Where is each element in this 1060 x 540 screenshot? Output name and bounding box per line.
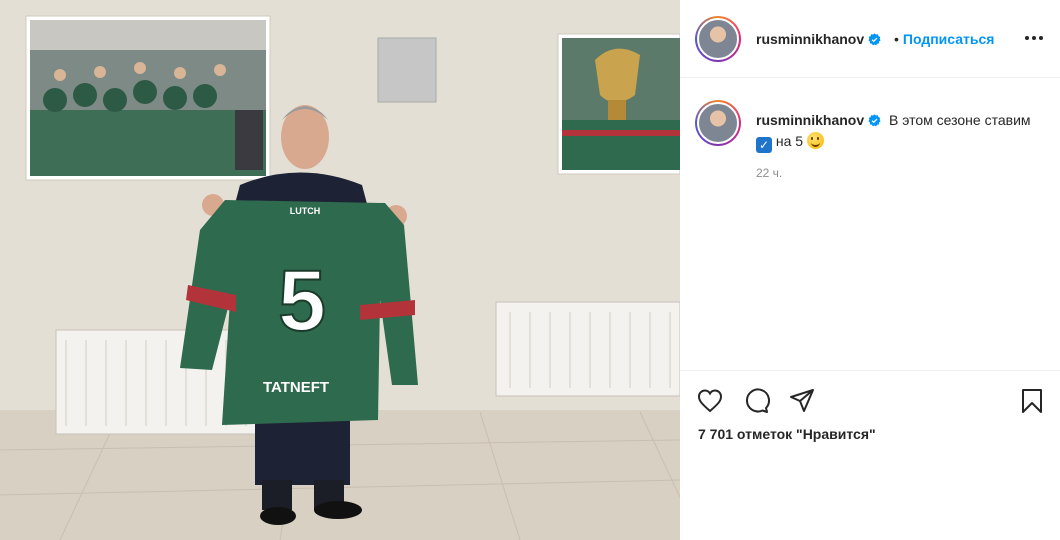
- caption-username-text[interactable]: rusminnikhanov: [756, 112, 864, 128]
- verified-badge-icon: [868, 33, 881, 46]
- wall-poster-left: [25, 15, 271, 181]
- follow-label[interactable]: Подписаться: [903, 31, 995, 47]
- caption-body-end: на 5: [775, 133, 804, 149]
- comment-icon[interactable]: [742, 387, 770, 415]
- jersey-sponsor: TATNEFT: [263, 379, 329, 396]
- caption-body-start: В этом сезоне ставим: [889, 112, 1031, 128]
- post-sidebar: rusminnikhanov • Подписаться rusminnikhan…: [680, 0, 1060, 540]
- wall-poster-right: [557, 33, 680, 175]
- post-photo[interactable]: LUTCH 5 TATNEFT: [0, 0, 680, 540]
- smile-emoji-icon: [806, 132, 824, 149]
- heart-icon[interactable]: [696, 387, 724, 415]
- share-icon[interactable]: [788, 387, 816, 415]
- avatar[interactable]: [695, 16, 741, 62]
- username-text[interactable]: rusminnikhanov: [756, 31, 864, 47]
- post-header: rusminnikhanov • Подписаться: [680, 0, 1060, 78]
- follow-button[interactable]: • Подписаться: [894, 31, 994, 47]
- check-emoji-icon: ✓: [756, 137, 772, 153]
- verified-badge-icon: [868, 114, 881, 127]
- post-time[interactable]: 22 ч.: [756, 166, 782, 180]
- bookmark-icon[interactable]: [1018, 387, 1046, 415]
- header-username[interactable]: rusminnikhanov: [756, 31, 881, 47]
- caption-avatar[interactable]: [695, 100, 741, 146]
- jersey-brand: LUTCH: [290, 206, 321, 216]
- radiator-right: [495, 301, 680, 397]
- separator-dot: •: [894, 31, 899, 47]
- post-actions: 7 701 отметок "Нравится": [680, 370, 1060, 442]
- wall-lamp: [377, 37, 437, 103]
- caption-text: rusminnikhanov В этом сезоне ставим ✓ на…: [756, 110, 1036, 153]
- more-horizontal-icon[interactable]: [1024, 30, 1044, 46]
- jersey-number: 5: [278, 253, 326, 349]
- caption-username[interactable]: rusminnikhanov: [756, 112, 881, 128]
- likes-count[interactable]: 7 701 отметок "Нравится": [698, 426, 876, 442]
- post-photo-illustration: LUTCH 5 TATNEFT: [0, 0, 680, 540]
